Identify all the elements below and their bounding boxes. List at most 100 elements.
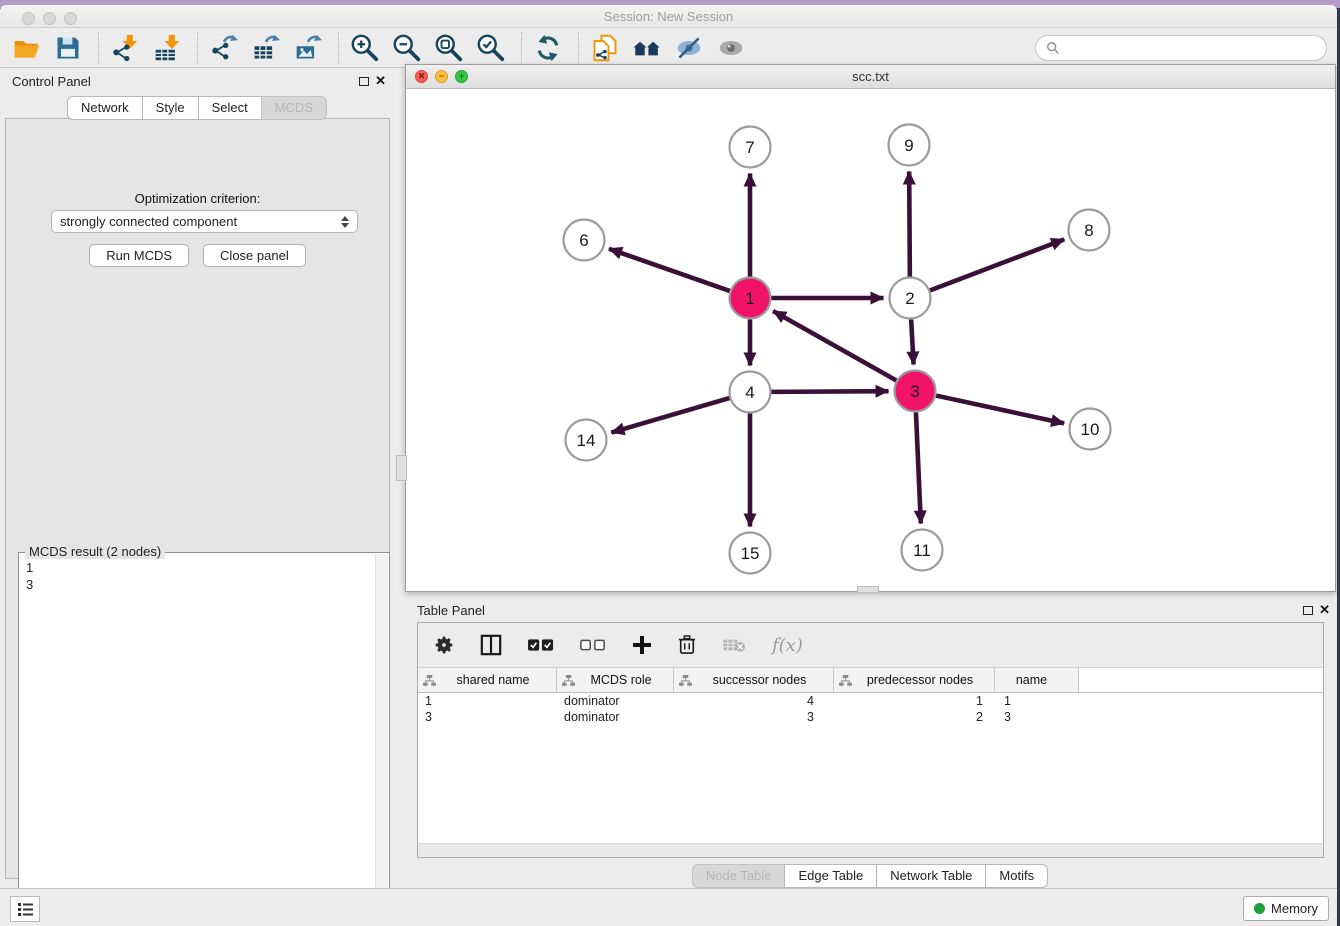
table-row[interactable]: 1dominator411	[418, 693, 1323, 709]
node-label-4: 4	[745, 383, 754, 402]
tab-motifs[interactable]: Motifs	[985, 864, 1048, 888]
table-toolbar: f(x)	[418, 623, 1323, 668]
node-label-3: 3	[910, 382, 919, 401]
column-header-predecessor-nodes[interactable]: predecessor nodes	[834, 668, 995, 692]
table-tabs: Node Table Edge Table Network Table Moti…	[405, 864, 1336, 888]
export-table-icon[interactable]	[250, 32, 282, 64]
search-box[interactable]	[1035, 35, 1327, 61]
split-columns-icon[interactable]	[480, 630, 502, 660]
delete-column-icon[interactable]	[678, 630, 696, 660]
deselect-columns-icon[interactable]	[580, 630, 606, 660]
horizontal-splitter-handle[interactable]	[857, 586, 879, 593]
tab-mcds[interactable]: MCDS	[261, 96, 327, 120]
control-panel: Control Panel ✕ Network Style Select MCD…	[0, 67, 395, 888]
mcds-result-box: MCDS result (2 nodes) 13	[18, 552, 390, 926]
table-panel: Table Panel ✕	[405, 596, 1336, 888]
application-window: Session: New Session	[0, 5, 1337, 926]
close-panel-button[interactable]: Close panel	[203, 244, 306, 267]
list-icon	[17, 902, 34, 917]
zoom-out-icon[interactable]	[391, 32, 423, 64]
export-image-icon[interactable]	[292, 32, 324, 64]
node-label-6: 6	[579, 231, 588, 250]
column-header-successor-nodes[interactable]: successor nodes	[674, 668, 834, 692]
vertical-splitter-handle[interactable]	[396, 455, 407, 481]
control-panel-title: Control Panel	[12, 74, 91, 89]
float-panel-icon[interactable]	[359, 77, 369, 86]
attribute-type-icon	[423, 675, 436, 686]
edge-1-6[interactable]	[609, 249, 730, 291]
hide-selected-icon[interactable]	[673, 32, 705, 64]
column-header-mcds-role[interactable]: MCDS role	[557, 668, 674, 692]
select-stepper-icon	[341, 216, 349, 228]
tab-node-table[interactable]: Node Table	[692, 864, 786, 888]
network-canvas[interactable]: 7968124314101511	[406, 89, 1335, 591]
attribute-type-icon	[562, 675, 575, 686]
result-scrollbar[interactable]	[375, 554, 388, 926]
network-view-window: ✕ − + scc.txt 7968124314101511	[405, 64, 1336, 592]
node-label-14: 14	[577, 431, 596, 450]
save-session-icon[interactable]	[52, 32, 84, 64]
control-panel-tabs: Network Style Select MCDS	[0, 96, 395, 120]
attribute-type-icon	[839, 675, 852, 686]
window-title: Session: New Session	[0, 9, 1337, 24]
open-session-icon[interactable]	[10, 32, 42, 64]
column-header-shared-name[interactable]: shared name	[418, 668, 557, 692]
optimization-criterion-label: Optimization criterion:	[6, 191, 389, 206]
node-table: f(x) shared name MCDS role successor nod…	[417, 622, 1324, 858]
zoom-selected-icon[interactable]	[475, 32, 507, 64]
select-all-columns-icon[interactable]	[528, 630, 554, 660]
memory-status-icon	[1254, 903, 1265, 914]
first-neighbors-icon[interactable]	[631, 32, 663, 64]
search-icon	[1046, 41, 1060, 55]
column-header-name[interactable]: name	[995, 668, 1079, 692]
tab-select[interactable]: Select	[198, 96, 262, 120]
status-bar: Memory	[0, 888, 1337, 926]
toolbar-separator	[98, 32, 99, 64]
node-label-1: 1	[745, 289, 754, 308]
zoom-in-icon[interactable]	[349, 32, 381, 64]
settings-gear-icon[interactable]	[434, 630, 454, 660]
toolbar-separator	[338, 32, 339, 64]
run-mcds-button[interactable]: Run MCDS	[89, 244, 189, 267]
tab-style[interactable]: Style	[142, 96, 199, 120]
edge-3-10[interactable]	[936, 396, 1064, 424]
toolbar-separator	[521, 32, 522, 64]
close-panel-icon[interactable]: ✕	[375, 73, 386, 89]
import-table-icon[interactable]	[151, 32, 183, 64]
edge-2-3[interactable]	[911, 319, 913, 364]
function-builder-icon: f(x)	[772, 630, 803, 660]
criterion-select[interactable]: strongly connected component	[51, 210, 358, 233]
zoom-fit-icon[interactable]	[433, 32, 465, 64]
search-input[interactable]	[1066, 41, 1316, 56]
add-column-icon[interactable]	[632, 630, 652, 660]
close-table-panel-icon[interactable]: ✕	[1319, 602, 1330, 618]
edge-4-14[interactable]	[611, 398, 729, 433]
edge-3-1[interactable]	[773, 311, 896, 380]
node-label-7: 7	[745, 138, 754, 157]
edge-2-8[interactable]	[930, 239, 1064, 290]
table-panel-title: Table Panel	[417, 603, 485, 618]
clone-network-icon[interactable]	[589, 32, 621, 64]
edge-4-3[interactable]	[771, 391, 888, 392]
task-history-button[interactable]	[10, 896, 40, 922]
table-row[interactable]: 3dominator323	[418, 709, 1323, 725]
export-network-icon[interactable]	[208, 32, 240, 64]
show-all-icon[interactable]	[715, 32, 747, 64]
edge-3-11[interactable]	[916, 412, 921, 523]
memory-label: Memory	[1271, 901, 1318, 916]
mcds-result-legend: MCDS result (2 nodes)	[25, 544, 165, 559]
import-network-icon[interactable]	[109, 32, 141, 64]
tab-network-table[interactable]: Network Table	[876, 864, 986, 888]
edge-2-9[interactable]	[909, 171, 910, 276]
node-label-10: 10	[1081, 420, 1100, 439]
tab-network[interactable]: Network	[67, 96, 143, 120]
tab-edge-table[interactable]: Edge Table	[784, 864, 877, 888]
table-hscrollbar[interactable]	[418, 843, 1323, 857]
node-label-2: 2	[905, 289, 914, 308]
refresh-layout-icon[interactable]	[532, 32, 564, 64]
memory-button[interactable]: Memory	[1243, 896, 1329, 921]
float-table-panel-icon[interactable]	[1303, 606, 1313, 615]
toolbar-separator	[197, 32, 198, 64]
toolbar-separator	[578, 32, 579, 64]
table-header: shared name MCDS role successor nodes pr…	[418, 668, 1323, 693]
